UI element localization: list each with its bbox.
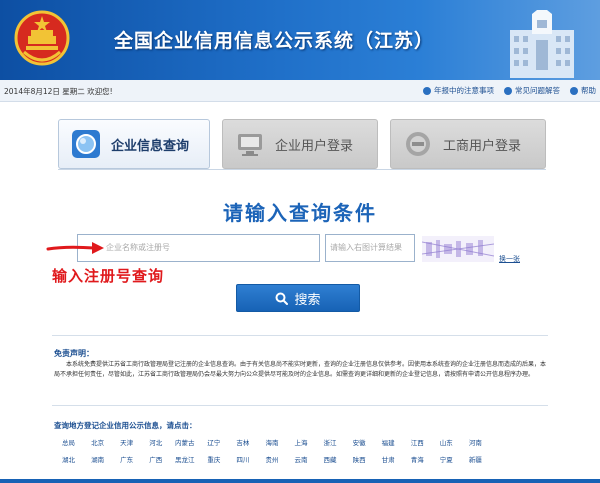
- tab-divider: [58, 169, 546, 170]
- disclaimer-title: 免责声明：: [54, 349, 94, 358]
- province-link[interactable]: 宁夏: [432, 454, 461, 464]
- province-link[interactable]: 四川: [228, 454, 257, 464]
- top-links: 年报中的注意事项 常见问题解答 帮助: [423, 85, 596, 96]
- province-link[interactable]: 安徽: [345, 437, 374, 447]
- province-link[interactable]: 云南: [286, 454, 315, 464]
- section-divider: [52, 335, 548, 336]
- section-divider: [52, 405, 548, 406]
- magnifier-icon: [275, 292, 289, 305]
- province-link[interactable]: 内蒙古: [170, 437, 199, 447]
- building-illustration-icon: [510, 10, 574, 78]
- province-link[interactable]: 湖北: [54, 454, 83, 464]
- province-link[interactable]: 福建: [374, 437, 403, 447]
- province-link[interactable]: 甘肃: [374, 454, 403, 464]
- province-link[interactable]: 浙江: [316, 437, 345, 447]
- province-link[interactable]: 新疆: [461, 454, 490, 464]
- search-button-label: 搜索: [294, 292, 321, 308]
- province-link[interactable]: 重庆: [199, 454, 228, 464]
- national-emblem-icon: [14, 10, 70, 66]
- annotation-hint: 输入注册号查询: [52, 267, 165, 285]
- province-link[interactable]: 辽宁: [199, 437, 228, 447]
- province-link[interactable]: 广东: [112, 454, 141, 464]
- date-welcome-text: 2014年8月12日 星期二 欢迎您!: [4, 87, 113, 96]
- link-label: 年报中的注意事项: [434, 86, 494, 95]
- tab-label: 企业用户登录: [275, 138, 354, 154]
- link-label: 帮助: [581, 86, 596, 95]
- province-link[interactable]: 湖南: [83, 454, 112, 464]
- province-link[interactable]: 江西: [403, 437, 432, 447]
- province-link[interactable]: 吉林: [228, 437, 257, 447]
- question-icon: [504, 86, 512, 95]
- info-bar: 2014年8月12日 星期二 欢迎您! 年报中的注意事项 常见问题解答 帮助: [0, 80, 600, 102]
- captcha-input[interactable]: 请输入右图计算结果: [325, 234, 415, 262]
- province-link[interactable]: 上海: [286, 437, 315, 447]
- header-banner: 全国企业信用信息公示系统（江苏）: [0, 0, 600, 80]
- province-link[interactable]: 河南: [461, 437, 490, 447]
- badge-icon: [406, 132, 430, 156]
- province-link[interactable]: 河北: [141, 437, 170, 447]
- tab-enterprise-user-login[interactable]: 企业用户登录: [222, 119, 378, 169]
- tab-enterprise-query[interactable]: 企业信息查询: [58, 119, 210, 169]
- province-link[interactable]: 贵州: [257, 454, 286, 464]
- monitor-icon: [238, 134, 262, 156]
- province-link[interactable]: 广西: [141, 454, 170, 464]
- link-label: 常见问题解答: [515, 86, 560, 95]
- search-input[interactable]: 企业名称或注册号: [77, 234, 320, 262]
- red-arrow-annotation: [46, 242, 104, 254]
- footer-bar: [0, 479, 600, 483]
- link-annual-report-notes[interactable]: 年报中的注意事项: [423, 85, 494, 96]
- link-faq[interactable]: 常见问题解答: [504, 85, 560, 96]
- search-button[interactable]: 搜索: [236, 284, 360, 312]
- province-link[interactable]: 天津: [112, 437, 141, 447]
- provinces-grid: 总局 北京 天津 河北 内蒙古 辽宁 吉林 海南 上海 浙江 安徽 福建 江西 …: [54, 437, 548, 464]
- province-link[interactable]: 青海: [403, 454, 432, 464]
- province-link[interactable]: 海南: [257, 437, 286, 447]
- province-link[interactable]: 西藏: [316, 454, 345, 464]
- province-link[interactable]: 陕西: [345, 454, 374, 464]
- link-help[interactable]: 帮助: [570, 85, 596, 96]
- help-icon: [570, 86, 578, 95]
- tab-label: 工商用户登录: [443, 138, 522, 154]
- province-link[interactable]: 北京: [83, 437, 112, 447]
- disclaimer-text: 本系统免费提供江苏省工商行政管理局登记注册的企业信息查询。由于有关信息尚不能实时…: [54, 361, 547, 378]
- query-heading: 请输入查询条件: [223, 201, 377, 225]
- province-link[interactable]: 黑龙江: [170, 454, 199, 464]
- provinces-title: 查询地方登记企业信用公示信息，请点击：: [54, 421, 197, 430]
- page-title: 全国企业信用信息公示系统（江苏）: [114, 30, 435, 52]
- refresh-captcha-link[interactable]: 换一张: [499, 254, 520, 264]
- province-link[interactable]: 总局: [54, 437, 83, 447]
- info-icon: [423, 86, 431, 95]
- province-link[interactable]: 山东: [432, 437, 461, 447]
- tab-admin-user-login[interactable]: 工商用户登录: [390, 119, 546, 169]
- captcha-image[interactable]: [422, 236, 494, 262]
- search-globe-icon: [72, 130, 100, 158]
- tab-label: 企业信息查询: [111, 138, 190, 154]
